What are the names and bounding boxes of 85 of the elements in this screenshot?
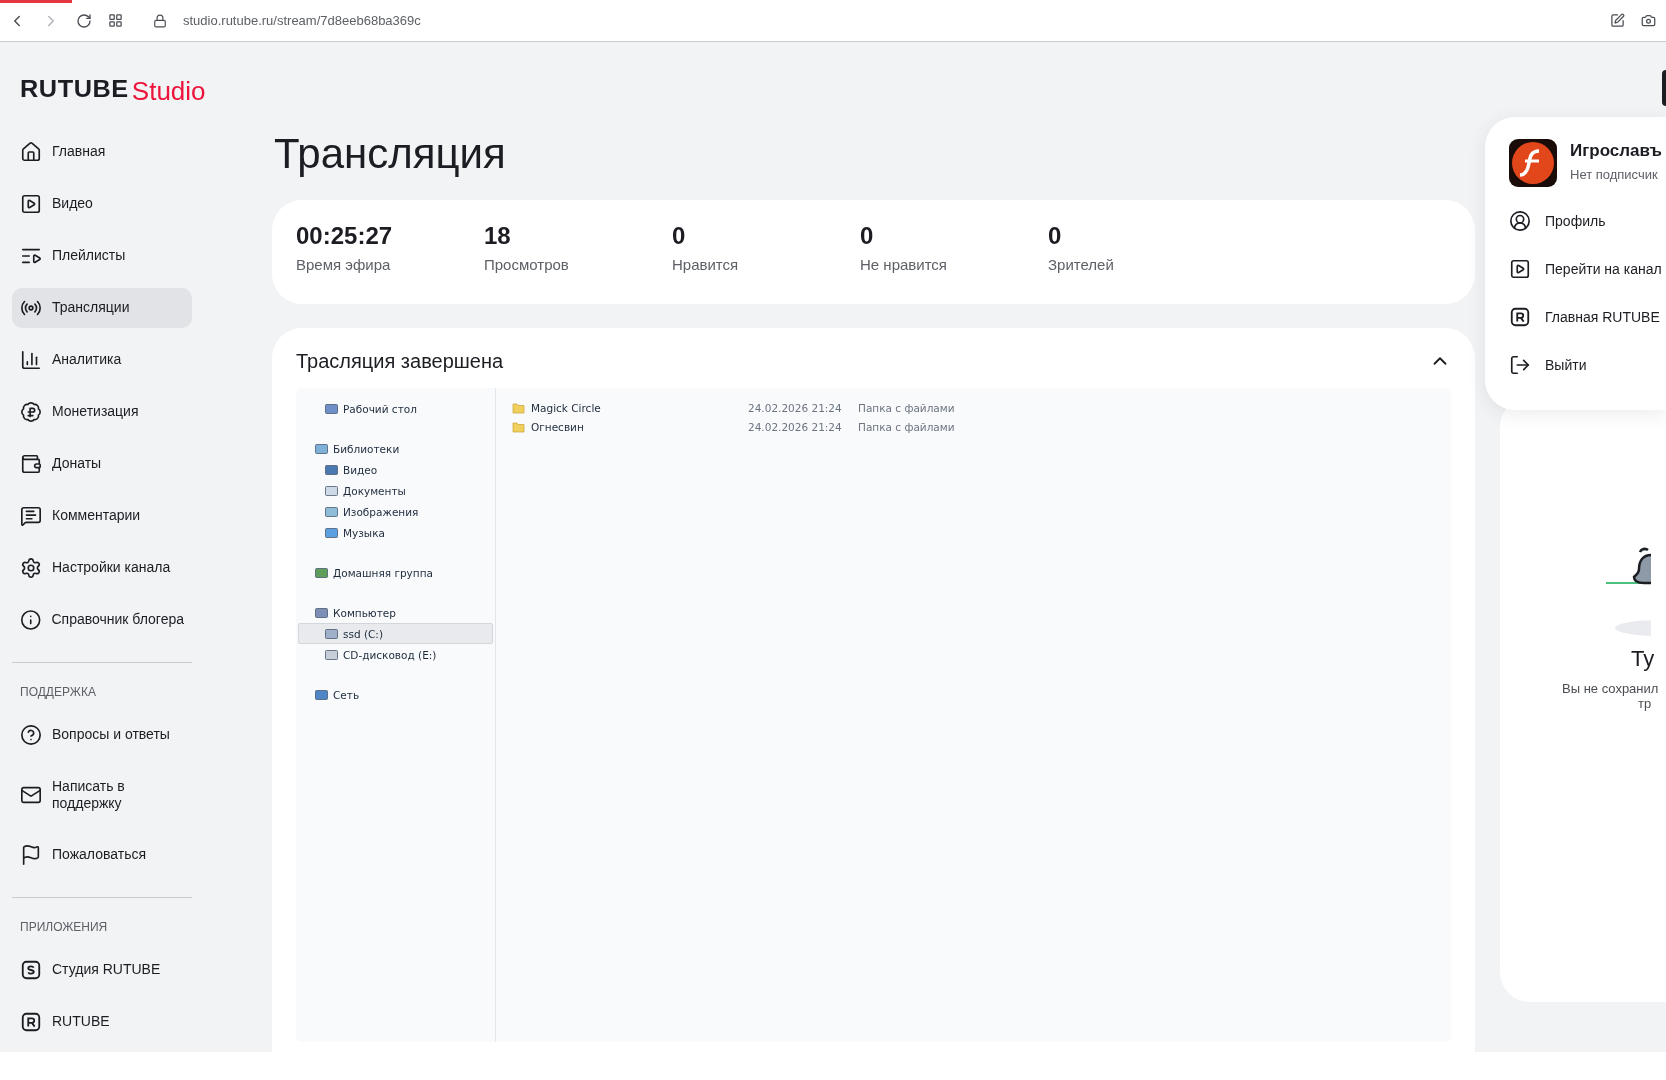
info-icon	[20, 609, 42, 631]
menu-item[interactable]: Перейти на канал	[1509, 257, 1666, 281]
stat-label: Нравится	[672, 256, 740, 273]
menu-item[interactable]: Выйти	[1509, 353, 1666, 377]
tree-item[interactable]: Изображения	[298, 501, 493, 522]
brand-logo[interactable]: RUTUBE	[20, 76, 129, 103]
product-name[interactable]: Studio	[131, 76, 206, 107]
stat-value: 18	[484, 222, 512, 250]
user-icon	[1509, 210, 1531, 232]
message-icon	[20, 505, 42, 527]
channel-avatar	[1509, 139, 1557, 187]
stat-label: Просмотров	[484, 256, 570, 273]
sidebar-item[interactable]: RUTUBE	[12, 1002, 192, 1042]
address-bar[interactable]: studio.rutube.ru/stream/7d8eeb68ba369c	[183, 13, 1594, 28]
tree-item[interactable]: Компьютер	[298, 602, 493, 623]
tabs-grid-icon[interactable]	[108, 13, 123, 28]
help-icon	[20, 724, 42, 746]
stat-value: 0	[672, 222, 687, 250]
stat-label: Не нравится	[860, 256, 948, 273]
stat-value: 0	[1048, 222, 1063, 250]
tree-item[interactable]: Документы	[298, 480, 493, 501]
subscriber-count: Нет подписчик	[1570, 167, 1659, 182]
mail-icon	[20, 784, 42, 806]
play-square-icon	[1509, 258, 1531, 280]
tree-item[interactable]: Библиотеки	[298, 438, 493, 459]
loading-bar	[0, 0, 72, 3]
wallet-icon	[20, 453, 42, 475]
sidebar-item[interactable]: Настройки канала	[12, 548, 192, 588]
sidebar-item[interactable]: Справочник блогера	[12, 600, 192, 640]
sidebar-item[interactable]: Вопросы и ответы	[12, 715, 192, 755]
empty-text: Вы не сохранил	[1562, 681, 1659, 696]
lock-icon	[153, 13, 167, 28]
tree-item[interactable]: ssd (C:)	[298, 623, 493, 644]
page-title: Трансляция	[274, 130, 507, 179]
stat-label: Зрителей	[1048, 256, 1115, 273]
tree-item[interactable]: Домашняя группа	[298, 562, 493, 583]
camera-icon[interactable]	[1641, 13, 1656, 28]
stream-status-title: Трасляция завершена	[296, 349, 504, 373]
logout-icon	[1509, 354, 1531, 376]
stat-label: Время эфира	[296, 256, 392, 273]
sidebar-item[interactable]: Написать в поддержку	[12, 767, 192, 823]
sidebar-item[interactable]: Главная	[12, 132, 192, 172]
tree-item[interactable]: Видео	[298, 459, 493, 480]
empty-text: тр	[1638, 696, 1652, 711]
ruble-badge-icon	[20, 401, 42, 423]
file-name[interactable]: Огнесвин	[512, 420, 748, 433]
section-heading: ПОДДЕРЖКА	[19, 685, 97, 699]
channel-name: Игрославъ	[1570, 141, 1662, 161]
empty-title: Ту	[1631, 646, 1655, 672]
bar-chart-icon	[20, 349, 42, 371]
folder-icon	[512, 420, 525, 433]
file-name[interactable]: Magick Circle	[512, 401, 748, 414]
tree-item[interactable]: CD-дисковод (E:)	[298, 644, 493, 665]
studio-square-icon	[20, 959, 42, 981]
sidebar-item[interactable]: Видео	[12, 184, 192, 224]
folder-icon	[512, 401, 525, 414]
sidebar-item[interactable]: Монетизация	[12, 392, 192, 432]
settings-icon	[20, 557, 42, 579]
rutube-square-icon	[1509, 306, 1531, 328]
play-square-icon	[20, 193, 42, 215]
edit-icon[interactable]	[1610, 13, 1625, 28]
home-icon	[20, 141, 42, 163]
tree-item[interactable]: Музыка	[298, 522, 493, 543]
menu-item[interactable]: Главная RUTUBE	[1509, 305, 1666, 329]
sidebar-item[interactable]: Плейлисты	[12, 236, 192, 276]
sidebar-item[interactable]: Комментарии	[12, 496, 192, 536]
file-date: 24.02.2026 21:24	[748, 401, 843, 414]
sidebar-item[interactable]: Студия RUTUBE	[12, 950, 192, 990]
header-button[interactable]	[1662, 70, 1666, 106]
stat-value: 0	[860, 222, 875, 250]
stat-value: 00:25:27	[296, 222, 394, 250]
flag-icon	[20, 844, 42, 866]
sidebar-item[interactable]: Аналитика	[12, 340, 192, 380]
menu-item[interactable]: Профиль	[1509, 209, 1666, 233]
file-date: 24.02.2026 21:24	[748, 420, 843, 433]
reload-icon[interactable]	[76, 12, 92, 29]
file-type: Папка с файлами	[858, 401, 956, 414]
rutube-square-icon	[20, 1011, 42, 1033]
section-heading: ПРИЛОЖЕНИЯ	[19, 920, 109, 934]
sidebar-item[interactable]: Трансляции	[12, 288, 192, 328]
sidebar-item[interactable]: Донаты	[12, 444, 192, 484]
tree-item[interactable]: Рабочий стол	[298, 398, 493, 419]
file-type: Папка с файлами	[858, 420, 956, 433]
tree-item[interactable]: Сеть	[298, 684, 493, 705]
sidebar-item[interactable]: Пожаловаться	[12, 835, 192, 875]
